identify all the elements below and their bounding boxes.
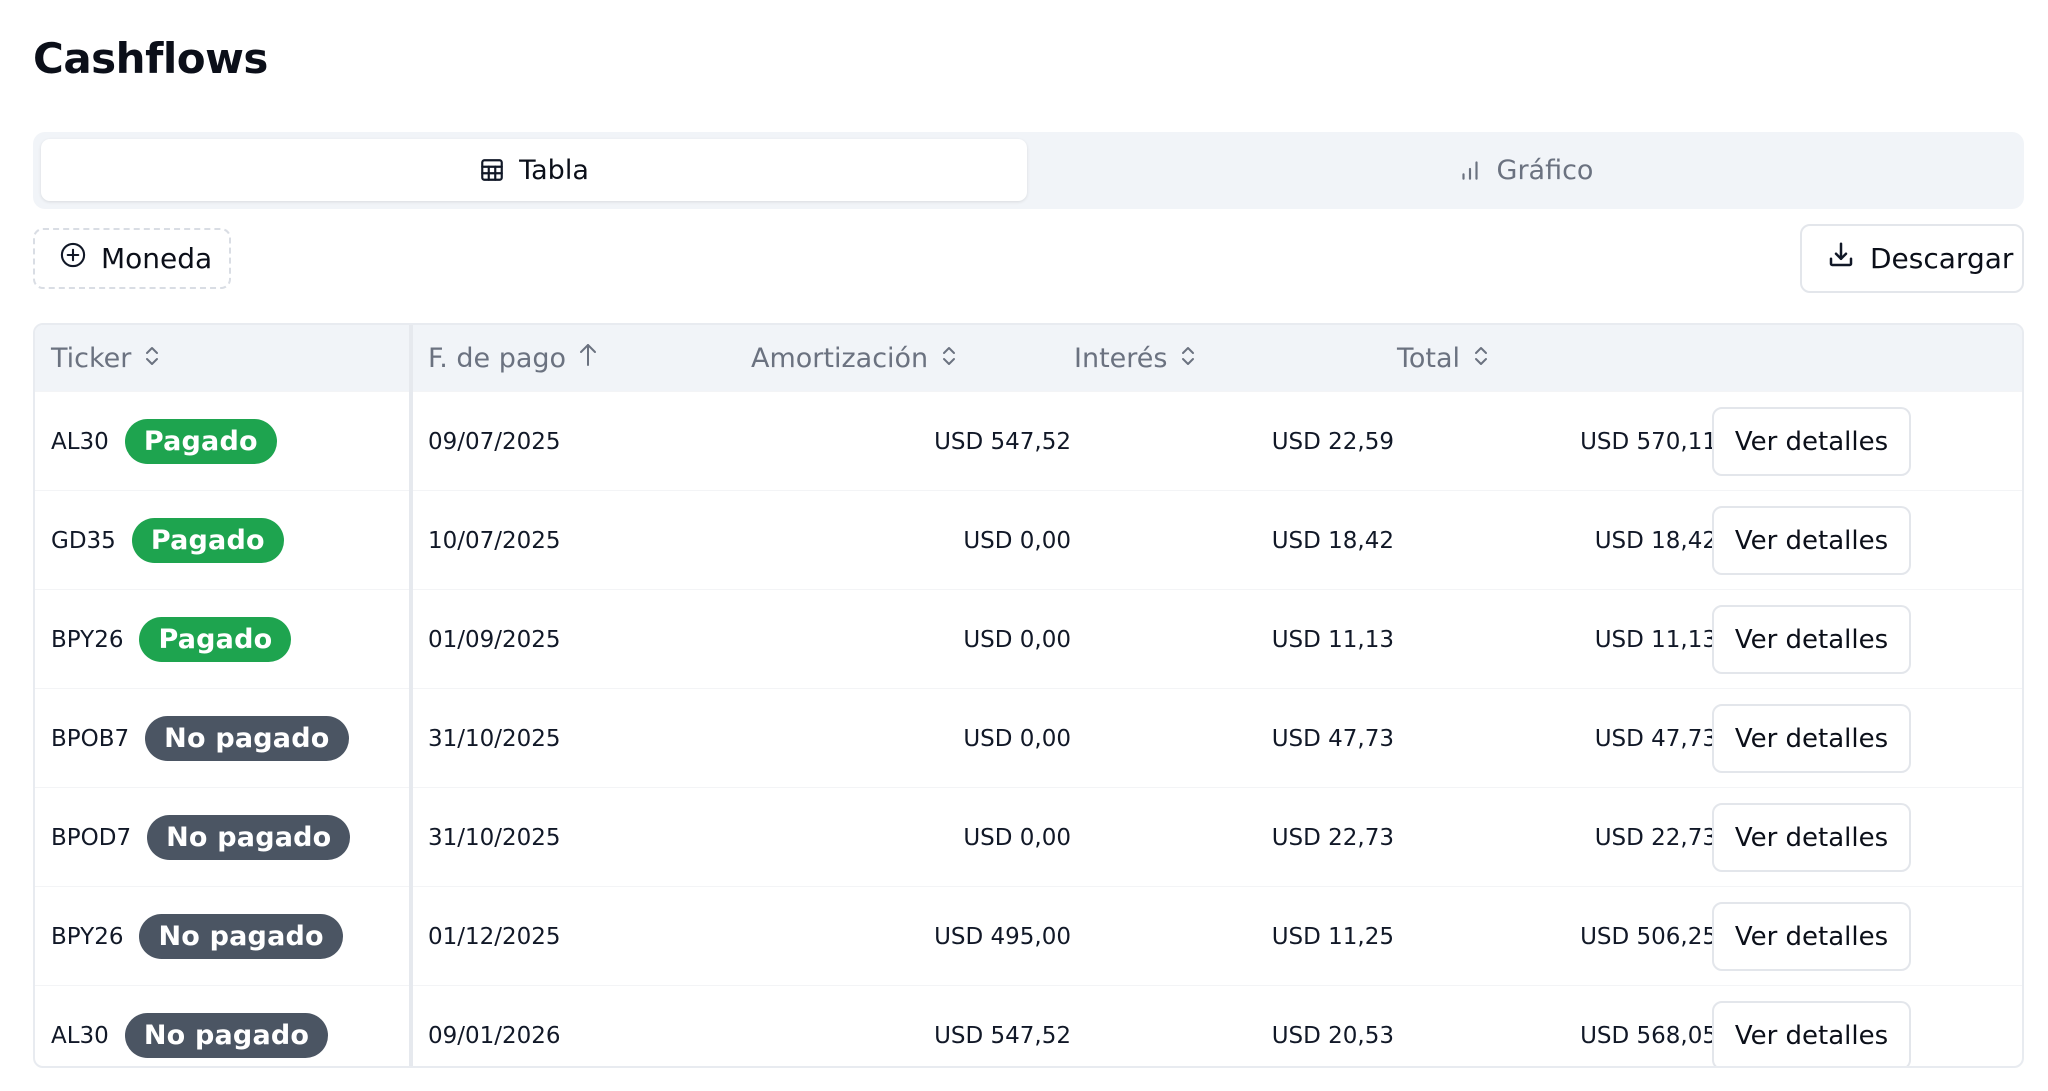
sticky-column-divider	[409, 325, 413, 1066]
table-row: BPY26 No pagado 01/12/2025 USD 495,00 US…	[35, 886, 2022, 985]
payment-date-cell: 09/07/2025	[428, 428, 561, 455]
ticker-text: BPOD7	[51, 824, 132, 851]
table-row: BPOB7 No pagado 31/10/2025 USD 0,00 USD …	[35, 688, 2022, 787]
table-row: AL30 No pagado 09/01/2026 USD 547,52 USD…	[35, 985, 2022, 1066]
payment-date-cell: 31/10/2025	[428, 824, 561, 851]
table-row: AL30 Pagado 09/07/2025 USD 547,52 USD 22…	[35, 391, 2022, 490]
tab-grafico[interactable]: Gráfico	[1035, 139, 2015, 201]
table-row: BPY26 Pagado 01/09/2025 USD 0,00 USD 11,…	[35, 589, 2022, 688]
amortization-cell: USD 0,00	[963, 824, 1071, 851]
payment-date-cell: 09/01/2026	[428, 1022, 561, 1049]
payment-date-cell: 01/12/2025	[428, 923, 561, 950]
total-cell: USD 568,05	[1580, 1022, 1717, 1049]
column-header-amortization-label: Amortización	[751, 342, 929, 374]
ticker-cell: BPY26 No pagado	[51, 887, 343, 986]
payment-date-cell: 10/07/2025	[428, 527, 561, 554]
status-badge: No pagado	[145, 716, 349, 761]
total-cell: USD 18,42	[1594, 527, 1717, 554]
table-row: GD35 Pagado 10/07/2025 USD 0,00 USD 18,4…	[35, 490, 2022, 589]
sort-icon	[1179, 343, 1197, 374]
sort-icon	[1472, 343, 1490, 374]
ticker-text: AL30	[51, 1022, 109, 1049]
ticker-cell: BPY26 Pagado	[51, 590, 292, 689]
view-details-button[interactable]: Ver detalles	[1712, 803, 1911, 872]
ticker-cell: BPOD7 No pagado	[51, 788, 351, 887]
ticker-text: AL30	[51, 428, 109, 455]
ticker-text: GD35	[51, 527, 116, 554]
sort-icon	[940, 343, 958, 374]
interest-cell: USD 20,53	[1271, 1022, 1394, 1049]
amortization-cell: USD 0,00	[963, 725, 1071, 752]
tab-tabla[interactable]: Tabla	[41, 139, 1027, 201]
column-header-amortization[interactable]: Amortización	[751, 325, 958, 391]
ticker-text: BPY26	[51, 626, 124, 653]
bar-chart-icon	[1457, 157, 1483, 183]
ticker-cell: AL30 Pagado	[51, 392, 277, 491]
interest-cell: USD 11,25	[1271, 923, 1394, 950]
column-header-interest-label: Interés	[1074, 342, 1168, 374]
column-header-ticker-label: Ticker	[51, 342, 132, 374]
status-badge: No pagado	[147, 815, 351, 860]
column-header-total-label: Total	[1397, 342, 1461, 374]
ticker-cell: BPOB7 No pagado	[51, 689, 349, 788]
view-details-button[interactable]: Ver detalles	[1712, 407, 1911, 476]
status-badge: Pagado	[139, 617, 292, 662]
interest-cell: USD 47,73	[1271, 725, 1394, 752]
add-currency-label: Moneda	[101, 242, 213, 275]
page-title: Cashflows	[33, 34, 268, 83]
amortization-cell: USD 547,52	[934, 1022, 1071, 1049]
column-header-payment-date-label: F. de pago	[428, 342, 567, 374]
status-badge: Pagado	[131, 518, 284, 563]
total-cell: USD 47,73	[1594, 725, 1717, 752]
download-icon	[1826, 240, 1856, 277]
total-cell: USD 570,11	[1580, 428, 1717, 455]
tab-grafico-label: Gráfico	[1496, 154, 1594, 186]
ticker-cell: AL30 No pagado	[51, 986, 329, 1066]
ticker-cell: GD35 Pagado	[51, 491, 284, 590]
interest-cell: USD 22,73	[1271, 824, 1394, 851]
interest-cell: USD 11,13	[1271, 626, 1394, 653]
column-header-ticker[interactable]: Ticker	[51, 325, 161, 391]
table-icon	[479, 157, 505, 183]
tab-tabla-label: Tabla	[519, 154, 589, 186]
amortization-cell: USD 495,00	[934, 923, 1071, 950]
add-currency-button[interactable]: Moneda	[33, 228, 231, 289]
amortization-cell: USD 0,00	[963, 527, 1071, 554]
interest-cell: USD 22,59	[1271, 428, 1394, 455]
amortization-cell: USD 0,00	[963, 626, 1071, 653]
column-header-payment-date[interactable]: F. de pago	[428, 325, 598, 391]
view-details-button[interactable]: Ver detalles	[1712, 1001, 1911, 1066]
ticker-text: BPOB7	[51, 725, 130, 752]
column-header-total[interactable]: Total	[1397, 325, 1490, 391]
view-tabs: Tabla Gráfico	[33, 132, 2024, 209]
cashflows-table: Ticker F. de pago Amortización Interés T…	[33, 323, 2024, 1068]
total-cell: USD 506,25	[1580, 923, 1717, 950]
view-details-button[interactable]: Ver detalles	[1712, 704, 1911, 773]
download-button[interactable]: Descargar	[1800, 224, 2024, 293]
status-badge: Pagado	[124, 419, 277, 464]
download-label: Descargar	[1870, 242, 2014, 275]
status-badge: No pagado	[124, 1013, 329, 1058]
view-details-button[interactable]: Ver detalles	[1712, 605, 1911, 674]
table-header: Ticker F. de pago Amortización Interés T…	[35, 325, 2022, 391]
view-details-button[interactable]: Ver detalles	[1712, 506, 1911, 575]
view-details-button[interactable]: Ver detalles	[1712, 902, 1911, 971]
payment-date-cell: 31/10/2025	[428, 725, 561, 752]
plus-circle-icon	[59, 241, 87, 276]
sort-icon	[143, 343, 161, 374]
status-badge: No pagado	[139, 914, 343, 959]
payment-date-cell: 01/09/2025	[428, 626, 561, 653]
column-header-interest[interactable]: Interés	[1074, 325, 1197, 391]
total-cell: USD 22,73	[1594, 824, 1717, 851]
amortization-cell: USD 547,52	[934, 428, 1071, 455]
table-row: BPOD7 No pagado 31/10/2025 USD 0,00 USD …	[35, 787, 2022, 886]
sort-ascending-icon	[578, 342, 598, 375]
interest-cell: USD 18,42	[1271, 527, 1394, 554]
total-cell: USD 11,13	[1594, 626, 1717, 653]
ticker-text: BPY26	[51, 923, 124, 950]
